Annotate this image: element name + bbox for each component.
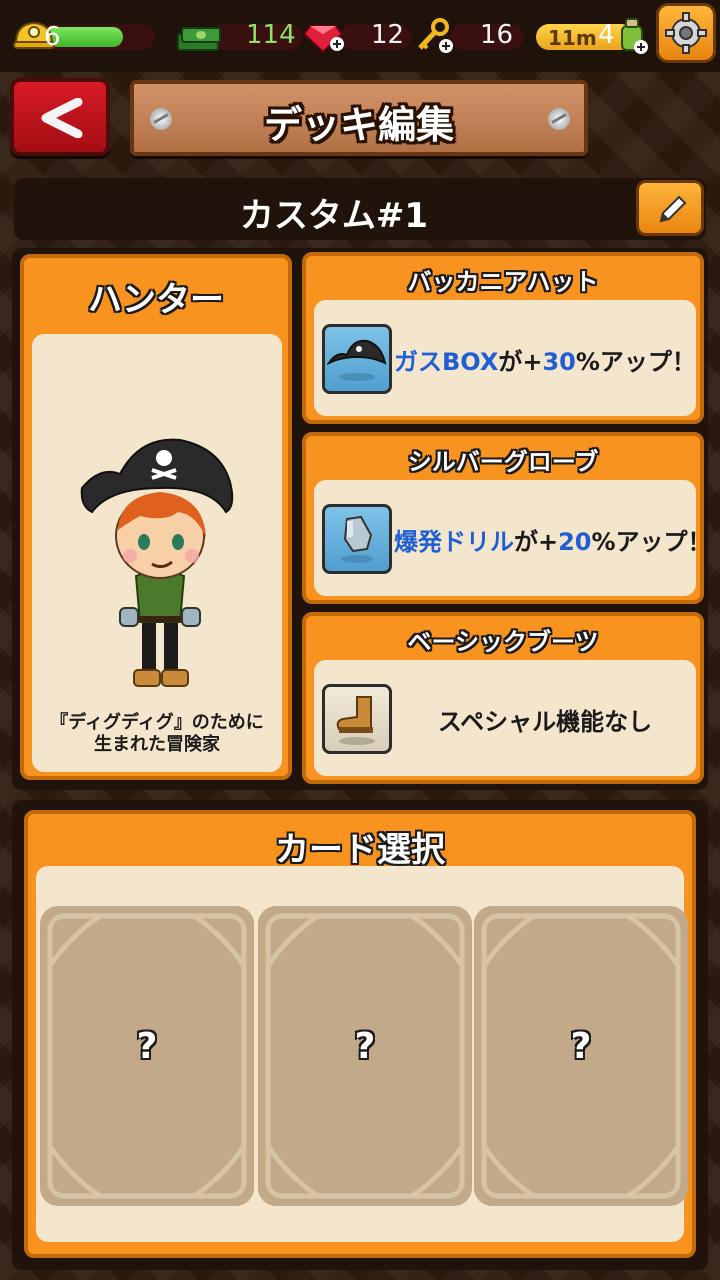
- back-button[interactable]: [10, 78, 110, 156]
- gem-count: 12: [371, 20, 405, 50]
- back-arrow-icon: [41, 98, 83, 138]
- boot-icon: [322, 684, 392, 754]
- deck-name: カスタム#1: [239, 196, 429, 236]
- equip-card: ガスBOXが+30%アップ！: [314, 300, 696, 416]
- equip-title: バッカニアハット: [407, 268, 599, 296]
- equip-slot-hat[interactable]: バッカニアハット ガスBOXが+30%アップ！: [302, 252, 704, 424]
- card-slot-1[interactable]: ?: [40, 906, 254, 1206]
- ruby-gem-add-icon[interactable]: [302, 18, 346, 54]
- settings-button[interactable]: [656, 3, 716, 63]
- hunter-character-image: [80, 438, 234, 687]
- silver-glove-icon: [322, 504, 392, 574]
- page-title: デッキ編集: [263, 103, 454, 147]
- equip-title: ベーシックブーツ: [407, 628, 599, 656]
- pirate-hat-icon: [322, 324, 392, 394]
- character-description: 『ディグディグ』のために 生まれた冒険家: [32, 712, 282, 756]
- equip-effect-none: スペシャル機能なし: [437, 708, 653, 736]
- character-panel[interactable]: ハンター 『ディグディグ』のために 生まれた冒険家: [20, 254, 292, 780]
- depth-value: 11m: [548, 26, 597, 50]
- card-selection-title: カード選択: [275, 830, 445, 870]
- key-count: 16: [480, 20, 514, 50]
- card-slot-unknown: ?: [354, 1026, 376, 1067]
- energy-count: 6: [44, 22, 61, 52]
- deck-name-bar: カスタム#1: [14, 178, 706, 240]
- character-name: ハンター: [88, 280, 224, 320]
- character-description-line1: 『ディグディグ』のために: [50, 712, 264, 733]
- edit-deck-name-button[interactable]: [636, 180, 704, 236]
- equip-effect: 爆発ドリルが+20%アップ！: [394, 528, 712, 556]
- equip-slot-boots[interactable]: ベーシックブーツ スペシャル機能なし: [302, 612, 704, 784]
- equip-card: 爆発ドリルが+20%アップ！: [314, 480, 712, 596]
- potion-add-icon[interactable]: [614, 16, 650, 56]
- character-description-line2: 生まれた冒険家: [94, 734, 220, 755]
- potion-count: 4: [598, 20, 615, 50]
- equip-card: スペシャル機能なし: [314, 660, 696, 776]
- card-slot-3[interactable]: ?: [474, 906, 688, 1206]
- card-selection-panel: カード選択 ? ? ?: [24, 810, 696, 1258]
- card-slot-unknown: ?: [570, 1026, 592, 1067]
- cash-count: 114: [246, 20, 296, 50]
- card-slot-unknown: ?: [136, 1026, 158, 1067]
- pencil-icon: [659, 195, 687, 223]
- card-slot-2[interactable]: ?: [258, 906, 472, 1206]
- gear-icon: [665, 12, 707, 54]
- golden-key-add-icon[interactable]: [414, 18, 454, 54]
- card-slots-area: ? ? ?: [36, 866, 688, 1242]
- character-card: 『ディグディグ』のために 生まれた冒険家: [32, 334, 282, 772]
- equip-title: シルバーグローブ: [407, 448, 599, 476]
- title-plank: デッキ編集: [130, 80, 588, 156]
- equip-slot-glove[interactable]: シルバーグローブ 爆発ドリルが+20%アップ！: [302, 432, 712, 604]
- cash-icon: [176, 22, 222, 54]
- equip-effect: ガスBOXが+30%アップ！: [394, 348, 696, 376]
